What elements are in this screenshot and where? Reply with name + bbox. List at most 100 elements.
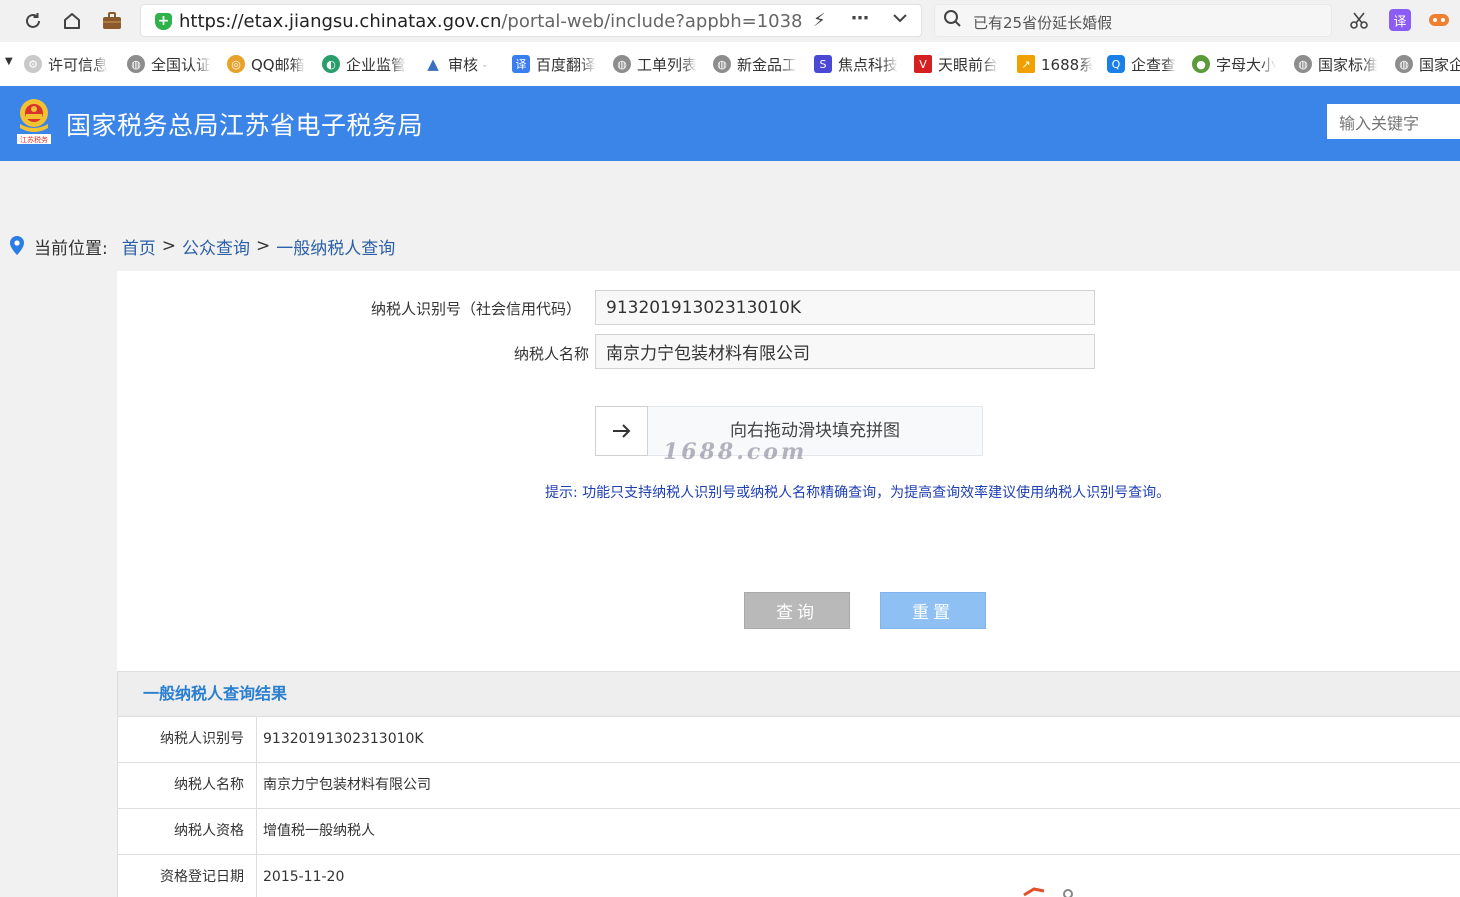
bookmarks-caret-icon[interactable]: ▼ [5,56,13,67]
bookmark-item[interactable]: ● 字母大小 [1192,53,1278,75]
home-icon[interactable] [59,8,85,34]
bookmark-item[interactable]: V 天眼前台 [914,53,1000,75]
bookmark-label: 国家标准 [1318,55,1379,74]
bookmark-label: 新金品工 [737,55,798,74]
breadcrumb-separator: > [161,236,176,256]
breadcrumb-public-query[interactable]: 公众查询 [182,234,250,259]
more-icon[interactable]: ⋯ [851,8,869,29]
globe-icon: ◍ [127,55,145,73]
frog-icon: ● [1192,55,1210,73]
bookmark-label: 许可信息 [48,55,109,74]
url-text[interactable]: https://etax.jiangsu.chinatax.gov.cn/por… [179,11,803,32]
search-icon [943,9,963,34]
result-label: 纳税人资格 [118,809,257,854]
result-value: 增值税一般纳税人 [263,823,375,839]
swirl-icon: ◐ [322,55,340,73]
qq-mail-icon: ◎ [227,55,245,73]
breadcrumb: 当前位置: 首页 > 公众查询 > 一般纳税人查询 [8,233,395,259]
bookmark-label: QQ邮箱 [251,55,305,74]
gamepad-icon[interactable] [1428,9,1450,31]
bookmark-label: 1688系 [1041,55,1093,74]
bookmark-label: 全国认证 [151,55,212,74]
translate-icon: 译 [512,55,530,73]
lightning-icon[interactable]: ⚡ [813,10,826,31]
breadcrumb-current[interactable]: 一般纳税人查询 [276,234,395,259]
globe-icon: ◍ [713,55,731,73]
qcc-icon: Q [1107,55,1125,73]
reload-icon[interactable] [20,8,46,34]
location-pin-icon [10,236,24,255]
globe-icon: ◍ [1395,55,1413,73]
triangle-icon: ▲ [427,55,439,73]
globe-icon: ◍ [613,55,631,73]
bookmark-item[interactable]: ◍ 全国认证 [127,53,213,75]
watermark-text: 1688.com [663,439,808,465]
v-icon: V [914,55,932,73]
bookmark-item[interactable]: ▲ 审核 - [424,53,494,75]
bookmark-item[interactable]: ◍ 工单列表 [613,53,699,75]
bookmark-label: 字母大小 [1216,55,1277,74]
bookmark-item[interactable]: ◎ QQ邮箱 [227,53,313,75]
gear-icon: ⚙ [24,55,42,73]
bookmark-item[interactable]: S 焦点科技 [814,53,900,75]
result-label: 资格登记日期 [118,855,257,897]
emblem-caption: 江苏税务 [20,135,48,144]
url-host: https://etax.jiangsu.chinatax.gov.cn [179,11,502,32]
slider-handle[interactable] [595,406,648,456]
bookmarks-bar: ▼ ⚙ 许可信息 ◍ 全国认证 ◎ QQ邮箱 ◐ 企业监管 ▲ 审核 - 译百度翻译 ◍ 工… [0,42,1460,86]
bookmark-item[interactable]: ◍ 国家企 [1395,53,1460,75]
briefcase-icon[interactable] [99,8,125,34]
bookmark-label: 审核 - [448,55,489,74]
query-hint: 提示: 功能只支持纳税人识别号或纳税人名称精确查询，为提高查询效率建议使用纳税人… [545,485,1171,501]
bookmark-item[interactable]: ◍ 新金品工 [713,53,799,75]
reset-button[interactable]: 重置 [880,592,986,629]
result-label: 纳税人识别号 [118,717,257,762]
taxpayer-name-input[interactable] [595,334,1095,369]
site-search-input[interactable] [1327,104,1460,139]
url-path: /portal-web/include?appbh=1038 [501,11,803,32]
table-row: 资格登记日期 2015-11-20 [118,855,1460,897]
browser-toolbar: + https://etax.jiangsu.chinatax.gov.cn/p… [0,0,1460,42]
breadcrumb-home[interactable]: 首页 [122,234,156,259]
scissors-icon[interactable] [1348,9,1370,31]
query-button[interactable]: 查询 [744,592,850,629]
tax-id-input[interactable] [595,290,1095,325]
arrow-right-icon [612,419,632,443]
bookmark-item[interactable]: ⚙ 许可信息 [24,53,110,75]
table-row: 纳税人资格 增值税一般纳税人 [118,809,1460,855]
breadcrumb-separator: > [255,236,271,256]
bookmark-item[interactable]: ↗ 1688系 [1017,53,1093,75]
globe-icon: ◍ [1294,55,1312,73]
bookmark-item[interactable]: ◍ 国家标准 [1294,53,1380,75]
bookmark-label: 企查查 [1131,55,1177,74]
bookmark-label: 国家企 [1419,55,1460,74]
bookmark-label: 天眼前台 [938,55,999,74]
result-value: 南京力宁包装材料有限公司 [263,777,431,793]
tax-id-label: 纳税人识别号（社会信用代码） [370,300,581,318]
corner-logo-fragment [1023,887,1073,897]
breadcrumb-prefix: 当前位置: [34,238,108,259]
bookmark-item[interactable]: Q 企查查 [1107,53,1183,75]
focus-icon: S [814,55,832,73]
browser-search-box[interactable]: 已有25省份延长婚假 [934,4,1332,37]
table-row: 纳税人识别号 91320191302313010K [118,717,1460,763]
tax-emblem-logo[interactable]: 江苏税务 [14,96,54,146]
results-title: 一般纳税人查询结果 [118,671,1460,717]
site-header: 江苏税务 国家税务总局江苏省电子税务局 [0,86,1460,161]
chart-icon: ↗ [1017,55,1035,73]
secure-shield-icon: + [155,13,172,30]
result-value: 91320191302313010K [263,731,424,747]
bookmark-label: 焦点科技 [838,55,899,74]
address-bar[interactable]: + https://etax.jiangsu.chinatax.gov.cn/p… [140,4,922,37]
result-label: 纳税人名称 [118,763,257,808]
bookmark-item[interactable]: 译百度翻译 [512,53,598,75]
bookmark-label: 百度翻译 [536,55,597,74]
search-text: 已有25省份延长婚假 [973,14,1113,32]
bookmark-item[interactable]: ◐ 企业监管 [322,53,408,75]
bookmark-label: 企业监管 [346,55,407,74]
taxpayer-name-label: 纳税人名称 [513,345,589,363]
translate-icon[interactable]: 译 [1389,9,1411,31]
bookmark-label: 工单列表 [637,55,698,74]
site-title: 国家税务总局江苏省电子税务局 [66,111,424,140]
chevron-down-icon[interactable] [891,9,909,32]
